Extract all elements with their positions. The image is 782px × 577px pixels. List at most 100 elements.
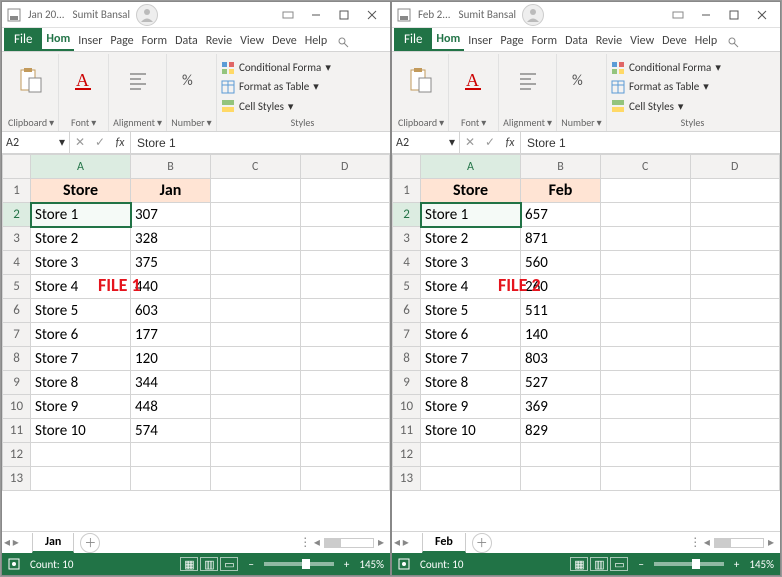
cell[interactable]: 440	[131, 275, 211, 299]
cell[interactable]	[690, 203, 780, 227]
page-break-view-icon[interactable]: ▭	[610, 557, 628, 571]
cell[interactable]	[300, 323, 390, 347]
tab-insert[interactable]: Inser	[464, 30, 496, 51]
new-sheet-button[interactable]: ＋	[472, 533, 492, 553]
row-header[interactable]: 7	[393, 323, 421, 347]
cell[interactable]: Store 2	[31, 227, 131, 251]
cell[interactable]	[690, 443, 780, 467]
cell[interactable]	[211, 299, 301, 323]
cell[interactable]	[211, 203, 301, 227]
tab-formulas[interactable]: Form	[528, 30, 561, 51]
cell[interactable]	[211, 347, 301, 371]
cell[interactable]	[601, 443, 691, 467]
cell[interactable]	[601, 371, 691, 395]
cell[interactable]: 375	[131, 251, 211, 275]
cell[interactable]	[690, 467, 780, 491]
row-header[interactable]: 1	[3, 179, 31, 203]
cell[interactable]: Store	[421, 179, 521, 203]
cell[interactable]	[300, 179, 390, 203]
close-button[interactable]	[358, 3, 386, 27]
row-header[interactable]: 1	[393, 179, 421, 203]
cell[interactable]: 527	[521, 371, 601, 395]
cell[interactable]	[690, 251, 780, 275]
new-sheet-button[interactable]: ＋	[80, 533, 100, 553]
zoom-value[interactable]: 145%	[359, 558, 384, 571]
row-header[interactable]: 11	[3, 419, 31, 443]
zoom-out-button[interactable]: −	[248, 558, 253, 571]
row-header[interactable]: 2	[393, 203, 421, 227]
cell[interactable]: Store 2	[421, 227, 521, 251]
cell[interactable]	[690, 371, 780, 395]
cell[interactable]	[601, 203, 691, 227]
cell[interactable]	[300, 395, 390, 419]
row-header[interactable]: 4	[3, 251, 31, 275]
record-macro-icon[interactable]	[8, 558, 20, 570]
save-icon[interactable]	[6, 7, 22, 23]
cell[interactable]: Store 1	[31, 203, 131, 227]
tell-me-icon[interactable]	[331, 32, 355, 51]
cell[interactable]	[601, 419, 691, 443]
sheet-tab[interactable]: Feb	[422, 533, 466, 553]
horizontal-scrollbar[interactable]: ⋮ ◂ ▸	[689, 535, 780, 550]
tab-data[interactable]: Data	[171, 30, 202, 51]
tab-home[interactable]: Hom	[432, 28, 464, 51]
cell[interactable]: Store 8	[421, 371, 521, 395]
cell[interactable]	[31, 443, 131, 467]
cell[interactable]	[300, 467, 390, 491]
formula-input[interactable]	[131, 132, 390, 153]
tab-file[interactable]: File	[4, 28, 42, 51]
cell[interactable]	[211, 443, 301, 467]
cell[interactable]: Store 6	[31, 323, 131, 347]
column-header[interactable]: C	[601, 155, 691, 179]
cell[interactable]	[601, 227, 691, 251]
row-header[interactable]: 9	[3, 371, 31, 395]
row-header[interactable]: 12	[393, 443, 421, 467]
user-avatar[interactable]	[522, 4, 544, 26]
cancel-icon[interactable]: ✕	[460, 135, 480, 150]
spreadsheet-grid[interactable]: ABCD1StoreJan2Store 13073Store 23284Stor…	[2, 154, 390, 531]
cell[interactable]	[601, 299, 691, 323]
cell[interactable]	[300, 275, 390, 299]
cell[interactable]	[131, 443, 211, 467]
cell[interactable]	[211, 395, 301, 419]
conditional-formatting-button[interactable]: Conditional Forma▾	[611, 58, 721, 77]
cell[interactable]: Store	[31, 179, 131, 203]
cell[interactable]: 260	[521, 275, 601, 299]
column-header[interactable]: A	[421, 155, 521, 179]
cell[interactable]	[300, 227, 390, 251]
tab-view[interactable]: View	[626, 30, 658, 51]
cell[interactable]: Store 7	[421, 347, 521, 371]
cell[interactable]	[300, 371, 390, 395]
row-header[interactable]: 3	[3, 227, 31, 251]
tab-file[interactable]: File	[394, 28, 432, 51]
view-buttons[interactable]: ▦ ▥ ▭	[570, 557, 628, 571]
page-break-view-icon[interactable]: ▭	[220, 557, 238, 571]
row-header[interactable]: 8	[3, 347, 31, 371]
cell[interactable]: Store 8	[31, 371, 131, 395]
cell[interactable]: 120	[131, 347, 211, 371]
cell[interactable]: Store 10	[421, 419, 521, 443]
tab-developer[interactable]: Deve	[268, 30, 301, 51]
row-header[interactable]: 3	[393, 227, 421, 251]
cell[interactable]	[300, 347, 390, 371]
cell[interactable]: Store 4	[421, 275, 521, 299]
minimize-button[interactable]	[692, 3, 720, 27]
row-header[interactable]: 13	[393, 467, 421, 491]
cell[interactable]	[601, 395, 691, 419]
normal-view-icon[interactable]: ▦	[180, 557, 198, 571]
user-avatar[interactable]	[136, 4, 158, 26]
spreadsheet-grid[interactable]: ABCD1StoreFeb2Store 16573Store 28714Stor…	[392, 154, 780, 531]
cell[interactable]	[601, 179, 691, 203]
chevron-down-icon[interactable]: ▾	[449, 135, 455, 150]
enter-icon[interactable]: ✓	[90, 135, 110, 150]
cell[interactable]: Store 5	[421, 299, 521, 323]
cell[interactable]	[690, 395, 780, 419]
cell[interactable]	[421, 467, 521, 491]
row-header[interactable]: 5	[393, 275, 421, 299]
cell[interactable]: 177	[131, 323, 211, 347]
tab-developer[interactable]: Deve	[658, 30, 691, 51]
cell[interactable]	[690, 299, 780, 323]
cell[interactable]: Store 6	[421, 323, 521, 347]
row-header[interactable]: 10	[393, 395, 421, 419]
cell[interactable]	[601, 347, 691, 371]
